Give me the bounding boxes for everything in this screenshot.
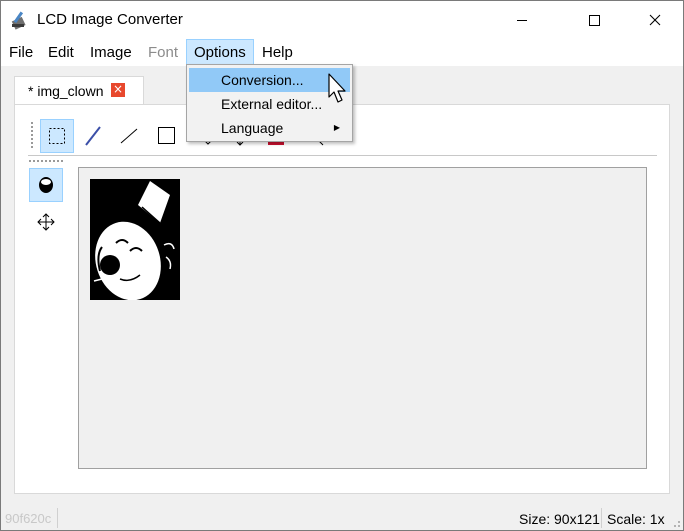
move-icon [37,213,55,231]
window-title: LCD Image Converter [37,11,183,28]
close-button[interactable] [632,1,678,39]
menu-font[interactable]: Font [141,39,185,66]
mouse-cursor-icon [328,73,346,103]
minimize-button[interactable] [499,1,545,39]
toolbar-divider [28,155,657,156]
resize-grip-icon[interactable] [671,518,681,528]
menu-item-label: Language [221,120,284,136]
minimize-icon [517,20,527,21]
tab-img-clown[interactable]: * img_clown × [14,76,144,105]
app-window: LCD Image Converter File Edit Image Font… [0,0,684,531]
close-icon[interactable]: × [111,83,125,97]
line-tool-button[interactable] [112,119,146,153]
toolbar-grip[interactable] [31,122,35,148]
status-revision: 90f620c [5,511,52,526]
status-scale: Scale: 1x [607,511,665,527]
move-tool-button[interactable] [29,205,63,239]
side-toolbar-grip[interactable] [29,160,63,163]
menu-help[interactable]: Help [255,39,300,66]
maximize-icon [589,15,600,26]
rectangle-icon [158,127,175,144]
title-bar[interactable]: LCD Image Converter [1,1,683,39]
menu-item-label: External editor... [221,96,323,112]
menu-item-language[interactable]: Language ▶ [189,116,350,140]
menu-image[interactable]: Image [83,39,139,66]
menu-edit[interactable]: Edit [41,39,81,66]
pen-icon [85,126,101,146]
fill-mode-icon [39,177,53,193]
menu-item-label: Conversion... [221,72,304,88]
clown-image[interactable] [90,179,180,300]
status-divider [57,508,58,528]
maximize-button[interactable] [571,1,617,39]
close-icon [649,14,661,26]
status-divider [601,508,602,528]
status-image-size: Size: 90x121 [519,511,600,527]
app-icon [11,11,26,30]
submenu-arrow-icon: ▶ [333,123,340,132]
pen-tool-button[interactable] [76,119,110,153]
fill-mode-button[interactable] [29,168,63,202]
select-rect-tool-button[interactable] [40,119,74,153]
menu-bar: File Edit Image Font Options Help [1,39,683,66]
tab-label: * img_clown [28,83,104,99]
rectangle-tool-button[interactable] [150,119,184,153]
menu-item-external-editor[interactable]: External editor... [189,92,350,116]
menu-file[interactable]: File [2,39,40,66]
menu-options[interactable]: Options [186,39,254,66]
select-rect-icon [49,128,65,144]
menu-item-conversion[interactable]: Conversion... [189,68,350,92]
line-icon [120,128,138,144]
